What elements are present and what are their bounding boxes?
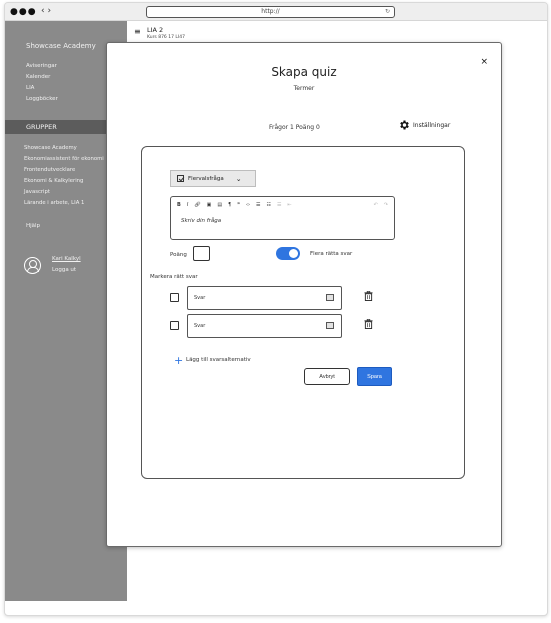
help-link[interactable]: Hjälp: [26, 223, 40, 229]
group-item[interactable]: Frontendutvecklare: [24, 165, 104, 176]
add-answer-option-link[interactable]: Lägg till svarsalternativ: [186, 357, 251, 363]
bold-button[interactable]: B: [177, 202, 181, 208]
redo-icon[interactable]: ↷: [384, 202, 388, 208]
avatar-icon[interactable]: [24, 257, 41, 274]
indent-icon[interactable]: ☰: [277, 202, 281, 208]
question-placeholder: Skriv din fråga: [181, 218, 222, 224]
course-subtitle: Kurs 876 17 LI47: [147, 35, 185, 40]
modal-title: Skapa quiz: [271, 65, 337, 79]
image-icon[interactable]: ▤: [217, 202, 222, 208]
mark-correct-label: Markera rätt svar: [150, 274, 198, 280]
code-icon[interactable]: ‹›: [246, 202, 250, 208]
question-card: Flervalsfråga ⌄ B I 🔗︎ ▣ ▤ ¶ ❞ ‹› ☰ ☷ ☰ …: [141, 146, 465, 479]
group-item[interactable]: Javascript: [24, 187, 104, 198]
user-name-link[interactable]: Kari Kalkyl: [52, 256, 81, 262]
group-item[interactable]: Ekonomi & Kalkylering: [24, 176, 104, 187]
italic-button[interactable]: I: [187, 202, 188, 208]
quote-icon[interactable]: ❞: [237, 202, 240, 208]
group-item[interactable]: Showcase Academy: [24, 143, 104, 154]
question-editor[interactable]: B I 🔗︎ ▣ ▤ ¶ ❞ ‹› ☰ ☷ ☰ ⇤ ↶ ↷ Skriv din …: [170, 196, 395, 240]
window-controls[interactable]: ●●●: [10, 7, 37, 17]
groups-header: GRUPPER: [26, 123, 57, 131]
course-title: LIA 2: [147, 26, 164, 34]
undo-redo: ↶ ↷: [374, 202, 388, 208]
paragraph-icon[interactable]: ¶: [228, 202, 231, 208]
address-bar[interactable]: http:// ↻: [146, 6, 395, 18]
quiz-meta: Frågor 1 Poäng 0: [269, 124, 320, 131]
sidebar-item-aviseringar[interactable]: Aviseringar: [26, 61, 58, 72]
answer-placeholder: Svar: [194, 323, 206, 329]
undo-icon[interactable]: ↶: [374, 202, 378, 208]
outdent-icon[interactable]: ⇤: [287, 202, 291, 208]
sidebar-title[interactable]: Showcase Academy: [26, 42, 96, 50]
gear-icon: [400, 120, 409, 130]
reload-icon[interactable]: ↻: [385, 7, 390, 17]
group-list: Showcase Academy Ekonomiassistent för ek…: [24, 143, 104, 209]
browser-window: ●●● ‹ › http:// ↻ Showcase Academy Avise…: [4, 2, 548, 616]
plus-icon[interactable]: +: [174, 354, 183, 367]
nav-arrows[interactable]: ‹ ›: [41, 6, 51, 16]
numbered-list-icon[interactable]: ☷: [267, 202, 271, 208]
points-input[interactable]: [193, 246, 210, 261]
bullet-list-icon[interactable]: ☰: [256, 202, 260, 208]
save-button[interactable]: Spara: [357, 367, 392, 386]
trash-icon[interactable]: [364, 319, 373, 329]
points-label: Poäng: [170, 252, 187, 258]
image-icon[interactable]: [326, 294, 334, 301]
sidebar-item-lia[interactable]: LIA: [26, 83, 58, 94]
group-item[interactable]: Ekonomiassistent för ekonomi: [24, 154, 104, 165]
sidebar-links: Aviseringar Kalender LIA Loggböcker: [26, 61, 58, 105]
checkbox-icon: [177, 175, 184, 182]
logout-link[interactable]: Logga ut: [52, 267, 76, 273]
url-text: http://: [261, 8, 280, 15]
group-item[interactable]: Lärande i arbete, LIA 1: [24, 198, 104, 209]
browser-toolbar: ●●● ‹ › http:// ↻: [5, 3, 547, 21]
link-icon[interactable]: 🔗︎: [194, 202, 200, 208]
answer-input[interactable]: Svar: [187, 314, 342, 338]
video-icon[interactable]: ▣: [207, 202, 212, 208]
question-type-label: Flervalsfråga: [188, 175, 224, 182]
chevron-down-icon: ⌄: [235, 174, 242, 183]
settings-button[interactable]: Inställningar: [398, 119, 450, 131]
multiple-correct-toggle[interactable]: [276, 247, 300, 260]
trash-icon[interactable]: [364, 291, 373, 301]
answer-input[interactable]: Svar: [187, 286, 342, 310]
answer-checkbox[interactable]: [170, 321, 179, 330]
image-icon[interactable]: [326, 322, 334, 329]
multiple-correct-label: Flera rätta svar: [310, 251, 353, 257]
answer-placeholder: Svar: [194, 295, 206, 301]
cancel-button[interactable]: Avbryt: [304, 368, 350, 385]
create-quiz-modal: × Skapa quiz Termer Frågor 1 Poäng 0 Ins…: [106, 42, 502, 547]
sidebar-item-kalender[interactable]: Kalender: [26, 72, 58, 83]
settings-label: Inställningar: [413, 121, 451, 129]
editor-toolbar: B I 🔗︎ ▣ ▤ ¶ ❞ ‹› ☰ ☷ ☰ ⇤: [177, 202, 292, 208]
question-type-dropdown[interactable]: Flervalsfråga ⌄: [170, 170, 256, 187]
hamburger-icon[interactable]: ≡: [134, 27, 141, 36]
sidebar-item-loggbocker[interactable]: Loggböcker: [26, 94, 58, 105]
modal-subtitle: Termer: [293, 85, 315, 92]
answer-checkbox[interactable]: [170, 293, 179, 302]
